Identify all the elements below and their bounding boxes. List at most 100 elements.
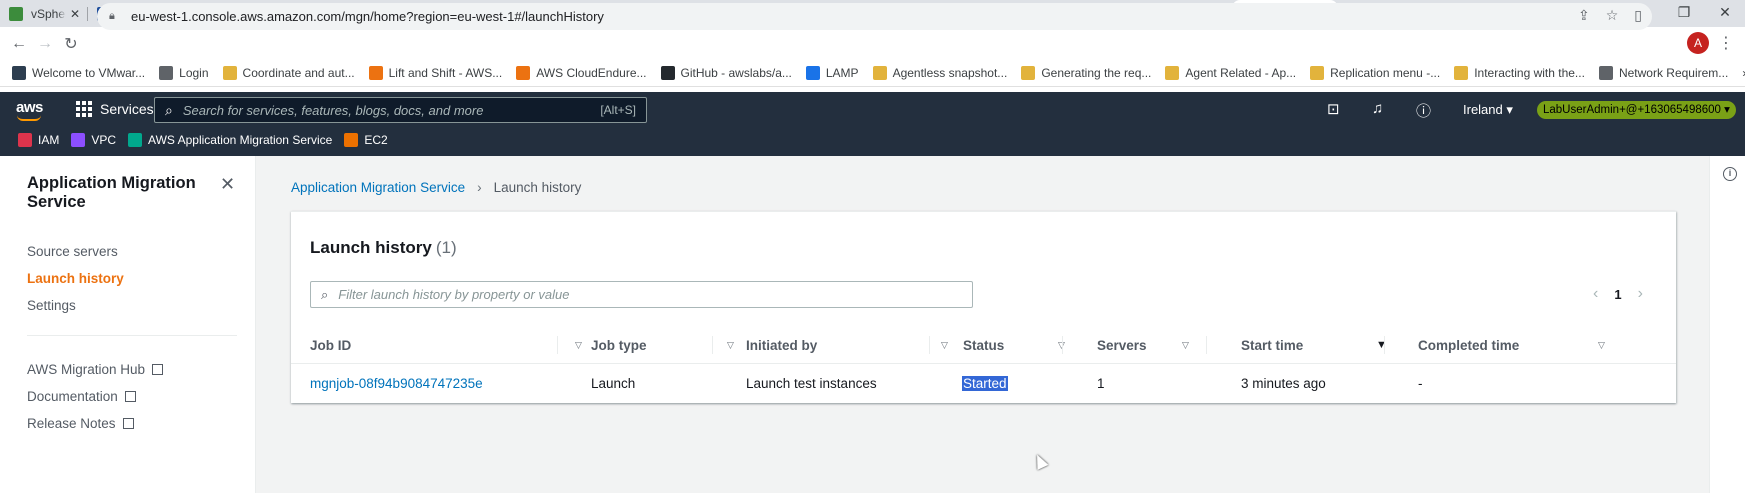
profile-avatar[interactable]: A [1687,32,1709,54]
bookmark-item[interactable]: GitHub - awslabs/a... [660,66,792,80]
bookmark-label: Agentless snapshot... [892,66,1008,80]
column-header-completed-time[interactable]: Completed time ▽ [1418,326,1605,364]
table-header: Job ID▽ Job type▽ Initiated by▽ Status▽ … [291,326,1676,364]
reload-icon[interactable]: ↻ [58,34,84,54]
column-header-job-type[interactable]: Job type ▽ [591,326,734,364]
favorite-service[interactable]: EC2 [344,133,388,147]
filter-input[interactable]: ⌕ Filter launch history by property or v… [310,281,973,308]
cell-status: Started [962,364,1008,402]
url-text: eu-west-1.console.aws.amazon.com/mgn/hom… [131,9,604,24]
help-icon[interactable]: ⓘ [1416,100,1431,121]
column-header-job-id[interactable]: Job ID ▽ [310,326,582,364]
column-label: Initiated by [746,337,818,353]
bookmark-item[interactable]: Replication menu -... [1310,66,1440,80]
aws-search-input[interactable]: ⌕ Search for services, features, blogs, … [154,97,647,123]
tab-title: vSphere [31,6,66,21]
bookmark-item[interactable]: Interacting with the... [1454,66,1585,80]
bookmark-item[interactable]: Welcome to VMwar... [12,66,145,80]
address-bar[interactable]: 🔒︎ eu-west-1.console.aws.amazon.com/mgn/… [97,3,1652,30]
cell-initiated-by: Launch test instances [746,375,877,391]
service-icon [128,133,143,147]
panel-title-text: Launch history [310,238,432,257]
sidebar-icon[interactable]: ▯ [1634,7,1642,24]
column-header-status[interactable]: Status▽ [963,326,1065,364]
tab-close-icon[interactable]: ✕ [66,7,84,21]
bookmark-label: Generating the req... [1041,66,1152,80]
share-icon[interactable]: ⇪ [1578,7,1590,24]
search-placeholder: Search for services, features, blogs, do… [182,102,484,118]
bookmark-item[interactable]: Coordinate and aut... [222,66,355,80]
cell-start-time: 3 minutes ago [1241,375,1326,391]
bookmark-label: Replication menu -... [1330,66,1441,80]
restore-icon[interactable]: ❐ [1664,0,1704,27]
lock-icon[interactable]: 🔒︎ [109,10,123,23]
favorite-label: IAM [38,133,60,147]
bookmark-favicon-icon [1598,66,1613,80]
grid-icon [76,101,92,117]
region-selector[interactable]: Ireland ▾ [1463,102,1513,118]
aws-logo[interactable]: aws [16,99,43,121]
favorite-service[interactable]: AWS Application Migration Service [128,133,332,147]
column-label: Status [963,337,1005,353]
table-row[interactable]: mgnjob-08f94b9084747235e Launch Launch t… [291,364,1676,402]
page-number[interactable]: 1 [1614,287,1621,302]
favorite-service[interactable]: IAM [18,133,59,147]
bookmark-item[interactable]: Agent Related - Ap... [1165,66,1296,80]
bookmark-star-icon[interactable]: ☆ [1606,7,1619,24]
sidebar-item-settings[interactable]: Settings [27,298,76,313]
bookmark-item[interactable]: AWS CloudEndure... [516,66,647,80]
close-icon[interactable]: ✕ [220,174,235,195]
page-title: Launch history (1) [310,238,457,258]
forward-icon[interactable]: → [32,35,58,53]
bookmark-favicon-icon [872,66,887,80]
sort-icon: ▽ [1182,339,1189,350]
bookmark-item[interactable]: Agentless snapshot... [872,66,1008,80]
column-label: Start time [1241,337,1304,353]
bookmark-favicon-icon [660,66,675,80]
column-header-servers[interactable]: Servers ▽ [1097,326,1189,364]
services-menu[interactable]: Services [76,101,154,117]
bookmark-item[interactable]: LAMP [805,66,859,80]
link-aws-migration-hub[interactable]: AWS Migration Hub [27,362,164,377]
link-documentation[interactable]: Documentation [27,389,136,404]
browser-tab[interactable]: vSphere✕ [0,0,88,27]
next-page-icon[interactable]: › [1638,285,1643,303]
close-window-icon[interactable]: ✕ [1705,0,1745,27]
column-header-start-time[interactable]: Start time ▼ [1241,326,1387,364]
notifications-bell-icon[interactable]: ♫ [1372,100,1383,117]
cloudshell-icon[interactable]: ⊡ [1327,100,1340,118]
external-link-icon [122,418,134,429]
link-release-notes[interactable]: Release Notes [27,416,134,431]
sort-descending-icon: ▼ [1376,339,1387,351]
browser-menu-icon[interactable]: ⋮ [1718,33,1734,53]
info-icon[interactable]: i [1723,167,1737,181]
bookmark-item[interactable]: Network Requirem... [1598,66,1728,80]
favorite-label: EC2 [364,133,388,147]
sidebar-item-source-servers[interactable]: Source servers [27,244,118,259]
external-link-icon [152,364,164,375]
sort-icon: ▽ [727,339,734,350]
pagination: ‹ 1 › [1593,285,1643,303]
tab-favicon-icon [9,6,23,21]
bookmark-item[interactable]: Generating the req... [1021,66,1151,80]
column-label: Completed time [1418,337,1520,353]
chevron-right-icon: › [477,180,482,195]
column-header-initiated-by[interactable]: Initiated by ▽ [746,326,948,364]
service-icon [71,133,86,147]
cell-completed-time: - [1418,375,1423,391]
favorite-service[interactable]: VPC [71,133,116,147]
job-id-link[interactable]: mgnjob-08f94b9084747235e [310,364,483,402]
back-icon[interactable]: ← [6,35,32,53]
bookmark-item[interactable]: Lift and Shift - AWS... [368,66,502,80]
column-label: Job type [591,337,647,353]
previous-page-icon[interactable]: ‹ [1593,285,1598,303]
search-icon: ⌕ [165,101,173,118]
breadcrumb-root[interactable]: Application Migration Service [291,180,465,195]
account-menu[interactable]: LabUserAdmin+@+163065498600 ▾ [1537,101,1736,119]
bookmark-item[interactable]: Login [159,66,209,80]
favorites-bar: IAM VPC AWS Application Migration Service E… [0,124,1745,156]
side-navigation: Application Migration Service ✕ Source s… [0,156,256,493]
service-icon [344,133,359,147]
sort-icon: ▽ [1598,339,1605,350]
sidebar-item-launch-history[interactable]: Launch history [27,271,124,286]
